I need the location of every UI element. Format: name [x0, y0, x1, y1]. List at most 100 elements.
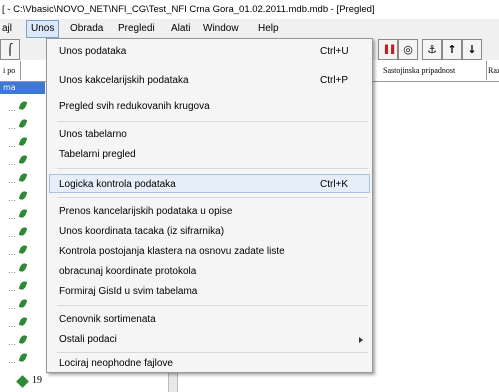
tree-connector: ...: [8, 158, 16, 167]
binoculars-icon[interactable]: ⚓: [422, 39, 442, 60]
tab-opis[interactable]: i po: [0, 61, 21, 80]
leaf-icon: [18, 154, 28, 165]
splitter[interactable]: [168, 370, 178, 392]
menu-unos[interactable]: Unos: [26, 20, 60, 38]
menu-file[interactable]: ajl: [2, 19, 12, 38]
tree-node[interactable]: ...: [8, 100, 38, 114]
menu-item-cenovnik-sortimenata[interactable]: Cenovnik sortimenata: [49, 310, 370, 329]
menu-item-obracunaj-koordinate-protokola[interactable]: obracunaj koordinate protokola: [49, 262, 370, 281]
menu-item-pregled-svih-redukovanih-krugova[interactable]: Pregled svih redukovanih krugova: [49, 97, 370, 116]
leaf-icon: [18, 118, 28, 129]
tree-selected-node[interactable]: ma: [0, 82, 45, 94]
tree-node[interactable]: ...: [8, 298, 38, 312]
leaf-icon: [18, 280, 28, 291]
tree-node[interactable]: ...: [8, 208, 38, 222]
menu-item-logicka-kontrola-podataka[interactable]: Logicka kontrola podataka Ctrl+K: [49, 174, 370, 193]
tree-connector: ...: [8, 338, 16, 347]
menu-item-label: Kontrola postojanja klastera na osnovu z…: [59, 246, 285, 257]
menu-item-label: Ostali podaci: [59, 334, 117, 345]
tree-connector: ...: [8, 122, 16, 131]
tree-connector: ...: [8, 212, 16, 221]
menu-item-unos-podataka[interactable]: Unos podataka Ctrl+U: [49, 42, 370, 61]
menu-obrada[interactable]: Obrada: [70, 19, 103, 38]
leaf-icon: [18, 172, 28, 183]
leaf-icon: [18, 334, 28, 345]
menu-bar: ajl Unos Obrada Pregledi Alati Window He…: [0, 19, 499, 38]
menu-item-label: Formiraj GisId u svim tabelama: [59, 286, 198, 297]
tree-connector: ...: [8, 284, 16, 293]
tree-node-label: 19: [32, 375, 42, 386]
tree-node[interactable]: ...: [8, 316, 38, 330]
menu-item-kontrola-postojanja-klastera[interactable]: Kontrola postojanja klastera na osnovu z…: [49, 242, 370, 261]
tree-node[interactable]: ...: [8, 136, 38, 150]
toolbar-icon[interactable]: ⌠: [0, 39, 20, 60]
menu-item-label: Logicka kontrola podataka: [59, 179, 176, 190]
unos-dropdown-menu: Unos podataka Ctrl+U Unos kakcelarijskih…: [46, 38, 373, 373]
tree-node[interactable]: ...: [8, 190, 38, 204]
tree-connector: ...: [8, 230, 16, 239]
menu-item-label: Unos kakcelarijskih podataka: [59, 75, 189, 86]
menu-item-label: Unos tabelarno: [59, 129, 127, 140]
menu-separator: [57, 305, 368, 306]
menu-separator: [57, 121, 368, 122]
tree-node[interactable]: ...: [8, 352, 38, 366]
leaf-icon: [18, 298, 28, 309]
tree-connector: ...: [8, 104, 16, 113]
leaf-icon: [18, 316, 28, 327]
menu-separator: [57, 197, 368, 198]
tree-node[interactable]: ...: [8, 172, 38, 186]
menu-item-label: Prenos kancelarijskih podataka u opise: [59, 206, 233, 217]
menu-item-unos-tabelarno[interactable]: Unos tabelarno: [49, 125, 370, 144]
leaf-icon: [18, 262, 28, 273]
menu-item-tabelarni-pregled[interactable]: Tabelarni pregled: [49, 145, 370, 164]
tree-connector: ...: [8, 194, 16, 203]
tab-sastojinska-pripadnost[interactable]: Sastojinska pripadnost: [380, 61, 487, 80]
tree-node[interactable]: ...: [8, 280, 38, 294]
menu-item-shortcut: Ctrl+K: [320, 179, 349, 190]
menu-alati[interactable]: Alati: [171, 19, 190, 38]
menu-item-unos-koordinata-tacaka[interactable]: Unos koordinata tacaka (iz sifrarnika): [49, 222, 370, 241]
menu-window[interactable]: Window: [203, 19, 239, 38]
leaf-icon: [18, 352, 28, 363]
leaf-icon: [18, 208, 28, 219]
tree-node[interactable]: ...: [8, 334, 38, 348]
menu-item-label: Pregled svih redukovanih krugova: [59, 101, 210, 112]
menu-item-label: Cenovnik sortimenata: [59, 314, 156, 325]
menu-item-shortcut: Ctrl+U: [320, 46, 349, 57]
tree-node[interactable]: ...: [8, 118, 38, 132]
tree-connector: ...: [8, 248, 16, 257]
tree-connector: ...: [8, 140, 16, 149]
tab-raz[interactable]: Raz: [485, 61, 499, 80]
menu-item-unos-kakcelarijskih-podataka[interactable]: Unos kakcelarijskih podataka Ctrl+P: [49, 71, 370, 90]
tree-node[interactable]: ...: [8, 226, 38, 240]
menu-pregledi[interactable]: Pregledi: [118, 19, 155, 38]
menu-help[interactable]: Help: [258, 19, 279, 38]
submenu-arrow-icon: [359, 337, 363, 343]
menu-item-label: Unos podataka: [59, 46, 127, 57]
leaf-icon: [18, 136, 28, 147]
leaf-icon: [18, 100, 28, 111]
arrow-up-icon[interactable]: ↑: [442, 39, 462, 60]
menu-item-shortcut: Ctrl+P: [320, 75, 349, 86]
menu-item-prenos-kancelarijskih-podataka[interactable]: Prenos kancelarijskih podataka u opise: [49, 202, 370, 221]
tree-connector: ...: [8, 176, 16, 185]
tree-node[interactable]: ...: [8, 262, 38, 276]
menu-item-lociraj-neophodne-fajlove[interactable]: Lociraj neophodne fajlove: [49, 354, 370, 373]
menu-item-formiraj-gisid[interactable]: Formiraj GisId u svim tabelama: [49, 282, 370, 301]
tree-connector: ...: [8, 320, 16, 329]
tree-node[interactable]: ...: [8, 154, 38, 168]
menu-item-ostali-podaci[interactable]: Ostali podaci: [49, 330, 370, 349]
window-title: [ - C:\Vbasic\NOVO_NET\NFI_CG\Test_NFI C…: [2, 0, 499, 19]
menu-separator: [57, 168, 368, 169]
target-icon[interactable]: ◎: [398, 39, 418, 60]
tree-connector: ...: [8, 302, 16, 311]
menu-item-label: obracunaj koordinate protokola: [59, 266, 197, 277]
arrow-down-icon[interactable]: ↓: [462, 39, 482, 60]
menu-item-label: Tabelarni pregled: [59, 149, 136, 160]
chart-icon[interactable]: ▐▐: [378, 39, 398, 60]
tree-node[interactable]: ...: [8, 244, 38, 258]
leaf-icon: [18, 226, 28, 237]
tree-connector: ...: [8, 356, 16, 365]
menu-item-label: Lociraj neophodne fajlove: [59, 358, 173, 369]
menu-item-label: Unos koordinata tacaka (iz sifrarnika): [59, 226, 225, 237]
